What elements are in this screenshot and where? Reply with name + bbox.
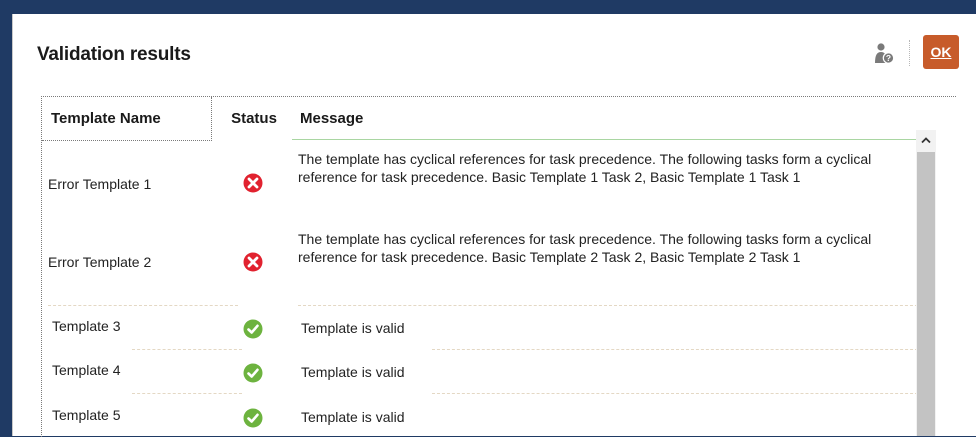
table-row[interactable]: Error Template 1 The template has cyclic… (42, 142, 932, 224)
row-message: Template is valid (301, 320, 405, 336)
row-template-name: Error Template 2 (48, 254, 152, 270)
table-row[interactable]: Template 3 Template is valid (42, 306, 932, 350)
user-help-button[interactable]: ? (870, 38, 898, 68)
table-scrollbar[interactable] (916, 130, 936, 436)
table-row[interactable]: Error Template 2 The template has cyclic… (42, 224, 932, 306)
row-template-name: Template 3 (52, 318, 121, 334)
chevron-up-icon (921, 137, 931, 144)
table-row[interactable]: Template 5 Template is valid (42, 394, 932, 437)
error-icon (243, 173, 263, 193)
row-message: Template is valid (301, 364, 405, 380)
validation-results-table: Template Name Status Message Error Templ… (41, 96, 956, 437)
column-header-template-name[interactable]: Template Name (42, 97, 212, 141)
row-template-name: Template 5 (52, 407, 121, 423)
table-header: Template Name Status Message (42, 97, 956, 141)
scroll-thumb[interactable] (917, 152, 935, 436)
ok-button[interactable]: OK (923, 35, 959, 69)
svg-text:?: ? (886, 53, 891, 63)
background-app-menu (0, 0, 976, 14)
validation-results-dialog: Validation results ? OK Template Name St… (12, 14, 976, 437)
row-message: The template has cyclical references for… (298, 151, 872, 185)
row-template-name: Template 4 (52, 362, 121, 378)
check-icon (243, 319, 263, 339)
column-header-message[interactable]: Message (296, 97, 936, 141)
row-message: Template is valid (301, 409, 405, 425)
check-icon (243, 408, 263, 428)
dialog-title: Validation results (37, 44, 191, 65)
header-rule (292, 139, 928, 140)
table-row[interactable]: Template 4 Template is valid (42, 350, 932, 394)
user-help-icon: ? (875, 43, 895, 64)
column-header-status[interactable]: Status (212, 97, 296, 141)
check-icon (243, 363, 263, 383)
toolbar-divider (909, 40, 910, 66)
row-template-name: Error Template 1 (48, 176, 152, 192)
scroll-up-button[interactable] (916, 130, 936, 150)
row-message: The template has cyclical references for… (298, 231, 872, 265)
error-icon (243, 252, 263, 272)
